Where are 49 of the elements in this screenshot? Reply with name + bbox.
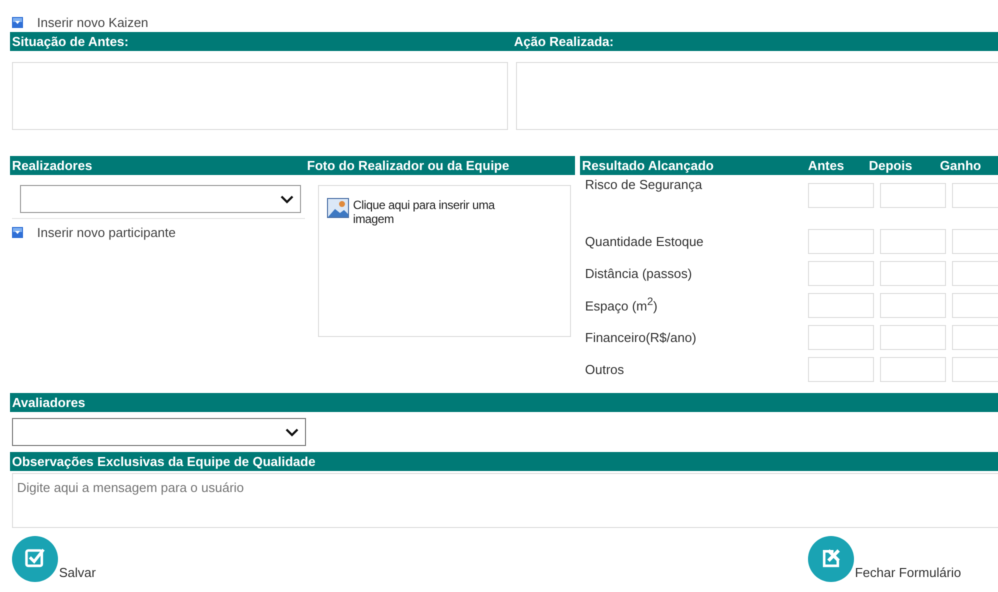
evaluator-dropdown[interactable] (12, 418, 306, 446)
result-input[interactable] (952, 292, 998, 318)
result-input[interactable] (880, 260, 946, 286)
result-input[interactable] (880, 324, 946, 350)
result-input[interactable] (880, 356, 946, 382)
result-input[interactable] (880, 228, 946, 254)
result-input[interactable] (808, 228, 874, 254)
result-label: Financeiro(R$/ano) (585, 330, 698, 344)
add-kaizen-link[interactable]: Inserir novo Kaizen (37, 14, 148, 30)
image-placeholder[interactable]: Clique aqui para inserir uma imagem (318, 185, 571, 337)
result-label: Outros (585, 362, 626, 376)
close-form-button[interactable]: Fechar Formulário (808, 536, 962, 582)
result-label: Risco de Segurança (585, 177, 704, 192)
results-header: Resultado Alcançado Antes Depois Ganho (580, 156, 998, 175)
image-icon (327, 198, 349, 218)
result-input[interactable] (952, 356, 998, 382)
add-icon[interactable] (12, 16, 23, 28)
result-input[interactable] (952, 228, 998, 254)
chevron-icon (280, 194, 294, 204)
result-input[interactable] (808, 183, 874, 208)
chevron-icon (285, 428, 299, 436)
text-area[interactable] (12, 62, 508, 130)
save-button[interactable]: Salvar (12, 536, 96, 582)
text-area[interactable] (516, 62, 998, 130)
result-input[interactable] (808, 292, 874, 318)
result-label: Distância (passos) (585, 266, 693, 280)
result-input[interactable] (952, 324, 998, 350)
result-input[interactable] (952, 183, 998, 208)
result-input[interactable] (808, 260, 874, 286)
result-label: Quantidade Estoque (585, 234, 705, 248)
image-prompt: Clique aqui para inserir uma imagem (353, 198, 496, 226)
result-label: Espaço (m$^{2}$) (585, 296, 659, 314)
section-header: Foto do Realizador ou da Equipe (305, 156, 575, 175)
close-icon (808, 536, 854, 582)
result-input[interactable] (880, 183, 946, 208)
section-header: Situação de Antes: (10, 32, 510, 51)
result-input[interactable] (952, 260, 998, 286)
section-header: Observações Exclusivas da Equipe de Qualidade (10, 452, 998, 471)
result-input[interactable] (880, 292, 946, 318)
message-field[interactable]: Digite aqui a mensagem para o usuário (12, 473, 998, 528)
result-input[interactable] (808, 356, 874, 382)
participant-dropdown[interactable] (20, 185, 301, 213)
add-participant-link[interactable]: Inserir novo participante (37, 225, 176, 240)
section-header: Realizadores (10, 156, 305, 175)
section-header: Ação Realizada: (510, 32, 998, 51)
section-header: Avaliadores (10, 393, 998, 412)
checkbox-icon (12, 536, 58, 582)
add-icon[interactable] (12, 227, 23, 238)
result-input[interactable] (808, 324, 874, 350)
